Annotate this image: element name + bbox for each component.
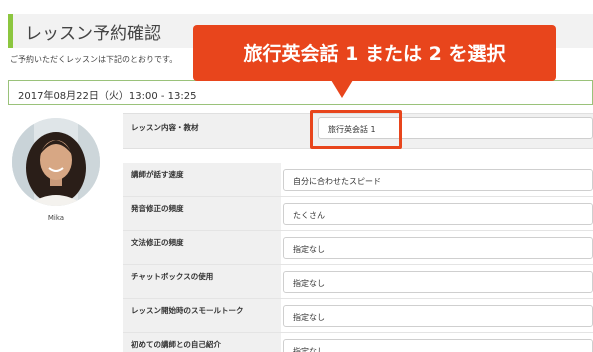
option-row-small-talk: レッスン開始時のスモールトーク 指定なし: [123, 299, 593, 333]
intro-text: ご予約いただくレッスンは下記のとおりです。: [10, 55, 178, 64]
option-row-self-intro: 初めての講師との自己紹介 指定なし: [123, 333, 593, 352]
option-label: レッスン開始時のスモールトーク: [131, 306, 244, 315]
option-row-speaking-speed: 講師が話す速度 自分に合わせたスピード: [123, 163, 593, 197]
teacher-name: Mika: [47, 214, 65, 222]
option-label-cell: 文法修正の頻度: [123, 231, 281, 264]
callout-arrow: [331, 80, 353, 98]
page-title: レッスン予約確認: [25, 24, 161, 44]
option-row-chatbox: チャットボックスの使用 指定なし: [123, 265, 593, 299]
option-label-cell: 初めての講師との自己紹介: [123, 333, 281, 352]
small-talk-select[interactable]: 指定なし: [283, 305, 593, 327]
option-label-cell: 講師が話す速度: [123, 163, 281, 196]
option-row-pronunciation: 発音修正の頻度 たくさん: [123, 197, 593, 231]
option-label: 文法修正の頻度: [131, 238, 184, 247]
grammar-select[interactable]: 指定なし: [283, 237, 593, 259]
speaking-speed-select[interactable]: 自分に合わせたスピード: [283, 169, 593, 191]
lesson-content-label: レッスン内容・教材: [131, 123, 199, 132]
pronunciation-select[interactable]: たくさん: [283, 203, 593, 225]
option-row-grammar: 文法修正の頻度 指定なし: [123, 231, 593, 265]
option-label-cell: レッスン開始時のスモールトーク: [123, 299, 281, 332]
instruction-callout: 旅行英会話 1 または 2 を選択: [193, 25, 556, 81]
option-label: 発音修正の頻度: [131, 204, 184, 213]
option-label-cell: チャットボックスの使用: [123, 265, 281, 298]
lesson-datetime-box: 2017年08月22日（火）13:00 - 13:25: [8, 80, 593, 105]
lesson-datetime: 2017年08月22日（火）13:00 - 13:25: [18, 91, 197, 102]
teacher-avatar: [12, 118, 100, 206]
option-label: チャットボックスの使用: [131, 272, 214, 281]
option-label-cell: 発音修正の頻度: [123, 197, 281, 230]
option-label: 講師が話す速度: [131, 170, 184, 179]
self-intro-select[interactable]: 指定なし: [283, 339, 593, 352]
option-label: 初めての講師との自己紹介: [131, 340, 221, 349]
chatbox-select[interactable]: 指定なし: [283, 271, 593, 293]
callout-text: 旅行英会話 1 または 2 を選択: [243, 43, 506, 65]
lesson-select-highlight: [310, 110, 402, 149]
